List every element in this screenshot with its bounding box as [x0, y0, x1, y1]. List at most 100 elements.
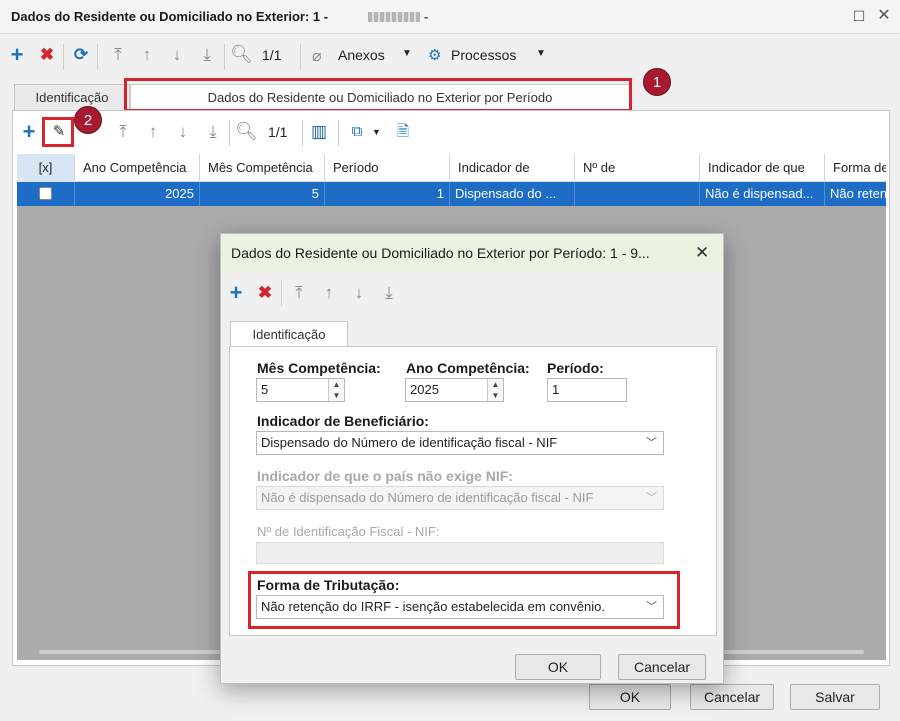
move-up-icon[interactable]: ↑: [136, 44, 158, 66]
move-down-icon[interactable]: ↓: [172, 121, 194, 143]
cell-indicador-que: Não é dispensad...: [700, 182, 825, 206]
gear-icon: ⚙: [428, 47, 442, 64]
beneficiario-value: Dispensado do Número de identificação fi…: [261, 435, 558, 450]
ano-competencia-stepper[interactable]: 2025 ▲ ▼: [405, 378, 504, 402]
search-icon[interactable]: 🔍︎: [235, 120, 258, 142]
spin-arrows-icon[interactable]: ▲ ▼: [487, 379, 503, 401]
dialog-close-icon[interactable]: ✕: [695, 243, 709, 263]
tab-label: Identificação: [35, 90, 109, 105]
tab-identificacao[interactable]: Identificação: [14, 84, 130, 110]
period-dialog: Dados do Residente ou Domiciliado no Ext…: [220, 233, 724, 684]
anexos-menu-button[interactable]: ⌀ Anexos ▼: [312, 46, 412, 66]
table-row[interactable]: 2025 5 1 Dispensado do ... Não é dispens…: [17, 182, 886, 206]
export-icon[interactable]: ⧉: [346, 121, 368, 143]
main-ok-button[interactable]: OK: [589, 684, 671, 710]
cell-indicador: Dispensado do ...: [450, 182, 575, 206]
dialog-ok-button[interactable]: OK: [515, 654, 601, 680]
ano-competencia-label: Ano Competência:: [406, 360, 530, 376]
nif-exige-label: Indicador de que o país não exige NIF:: [257, 468, 513, 484]
toolbar-separator: [281, 280, 282, 306]
move-up-icon[interactable]: ↑: [142, 121, 164, 143]
dropdown-arrow-icon[interactable]: ▼: [372, 127, 381, 137]
toolbar-separator: [229, 120, 230, 146]
nif-input[interactable]: [256, 542, 664, 564]
redacted-text: [368, 12, 420, 22]
ano-competencia-value: 2025: [410, 382, 439, 397]
mes-competencia-label: Mês Competência:: [257, 360, 381, 376]
add-icon[interactable]: +: [6, 44, 28, 66]
periodo-label: Período:: [547, 360, 604, 376]
move-first-icon[interactable]: ⤒: [107, 44, 129, 66]
delete-icon[interactable]: ✖: [36, 44, 58, 66]
move-up-icon[interactable]: ↑: [318, 282, 340, 304]
main-save-button[interactable]: Salvar: [790, 684, 880, 710]
column-header-numero[interactable]: Nº de: [575, 154, 700, 182]
column-header-select[interactable]: [x]: [17, 154, 75, 182]
periodo-value: 1: [552, 382, 560, 397]
page-counter: 1/1: [262, 47, 282, 63]
dialog-title: Dados do Residente ou Domiciliado no Ext…: [231, 245, 650, 261]
tributacao-select[interactable]: Não retenção do IRRF - isenção estabelec…: [256, 595, 664, 619]
tributacao-value: Não retenção do IRRF - isenção estabelec…: [261, 599, 605, 614]
move-down-icon[interactable]: ↓: [348, 282, 370, 304]
cell-numero: [575, 182, 700, 206]
main-toolbar: + ✖ ⟳ ⤒ ↑ ↓ ⤓ 🔍︎ 1/1 ⌀ Anexos ▼ ⚙ Proces…: [0, 36, 900, 76]
toolbar-separator: [338, 120, 339, 146]
main-window-titlebar: Dados do Residente ou Domiciliado no Ext…: [0, 0, 900, 34]
cell-ano: 2025: [75, 182, 200, 206]
page-counter: 1/1: [268, 124, 288, 140]
document-icon[interactable]: 🗎: [392, 121, 414, 143]
row-checkbox[interactable]: [39, 187, 52, 200]
column-header-mes[interactable]: Mês Competência: [200, 154, 325, 182]
move-first-icon[interactable]: ⤒: [112, 121, 134, 143]
spin-arrows-icon[interactable]: ▲ ▼: [328, 379, 344, 401]
main-cancel-button[interactable]: Cancelar: [690, 684, 774, 710]
mes-competencia-value: 5: [261, 382, 269, 397]
dialog-tab-identificacao[interactable]: Identificação: [230, 321, 348, 347]
grid-header: [x] Ano Competência Mês Competência Perí…: [17, 154, 886, 182]
add-icon[interactable]: +: [18, 121, 40, 143]
paperclip-icon: ⌀: [312, 48, 322, 65]
dropdown-arrow-icon: ▼: [402, 48, 412, 59]
dropdown-arrow-icon: ▼: [536, 48, 546, 59]
tributacao-label: Forma de Tributação:: [257, 577, 400, 593]
move-last-icon[interactable]: ⤓: [378, 282, 400, 304]
column-header-ano[interactable]: Ano Competência: [75, 154, 200, 182]
toolbar-separator: [97, 44, 98, 70]
mes-competencia-stepper[interactable]: 5 ▲ ▼: [256, 378, 345, 402]
add-icon[interactable]: +: [225, 282, 247, 304]
toolbar-separator: [63, 44, 64, 70]
search-icon[interactable]: 🔍︎: [230, 43, 253, 65]
move-down-icon[interactable]: ↓: [166, 44, 188, 66]
columns-icon[interactable]: ▥: [308, 121, 330, 143]
nif-exige-select[interactable]: Não é dispensado do Número de identifica…: [256, 486, 664, 510]
periodo-input[interactable]: 1: [547, 378, 627, 402]
chevron-down-icon: ﹀: [646, 437, 657, 449]
tab-label: Identificação: [252, 327, 326, 342]
move-first-icon[interactable]: ⤒: [288, 282, 310, 304]
maximize-icon[interactable]: ☐: [851, 8, 867, 24]
column-header-forma[interactable]: Forma de: [825, 154, 886, 182]
column-header-periodo[interactable]: Período: [325, 154, 450, 182]
processos-label: Processos: [451, 47, 517, 63]
nif-exige-value: Não é dispensado do Número de identifica…: [261, 490, 594, 505]
row-select-cell: [17, 182, 75, 206]
main-window-title: Dados do Residente ou Domiciliado no Ext…: [11, 9, 329, 24]
column-header-indicador[interactable]: Indicador de: [450, 154, 575, 182]
move-last-icon[interactable]: ⤓: [202, 121, 224, 143]
title-dash-icon: -: [424, 9, 429, 24]
dialog-cancel-button[interactable]: Cancelar: [618, 654, 706, 680]
toolbar-separator: [224, 44, 225, 70]
move-last-icon[interactable]: ⤓: [196, 44, 218, 66]
beneficiario-select[interactable]: Dispensado do Número de identificação fi…: [256, 431, 664, 455]
refresh-icon[interactable]: ⟳: [70, 44, 92, 66]
cell-forma: Não reten: [830, 186, 886, 201]
step-badge-1: 1: [643, 68, 671, 96]
column-header-indicador-que[interactable]: Indicador de que: [700, 154, 825, 182]
chevron-down-icon: ﹀: [646, 492, 657, 504]
chevron-down-icon: ﹀: [646, 601, 657, 613]
dialog-titlebar: Dados do Residente ou Domiciliado no Ext…: [221, 234, 723, 272]
processos-menu-button[interactable]: ⚙ Processos ▼: [428, 46, 552, 66]
delete-icon[interactable]: ✖: [254, 282, 276, 304]
close-icon[interactable]: ✕: [876, 8, 892, 24]
